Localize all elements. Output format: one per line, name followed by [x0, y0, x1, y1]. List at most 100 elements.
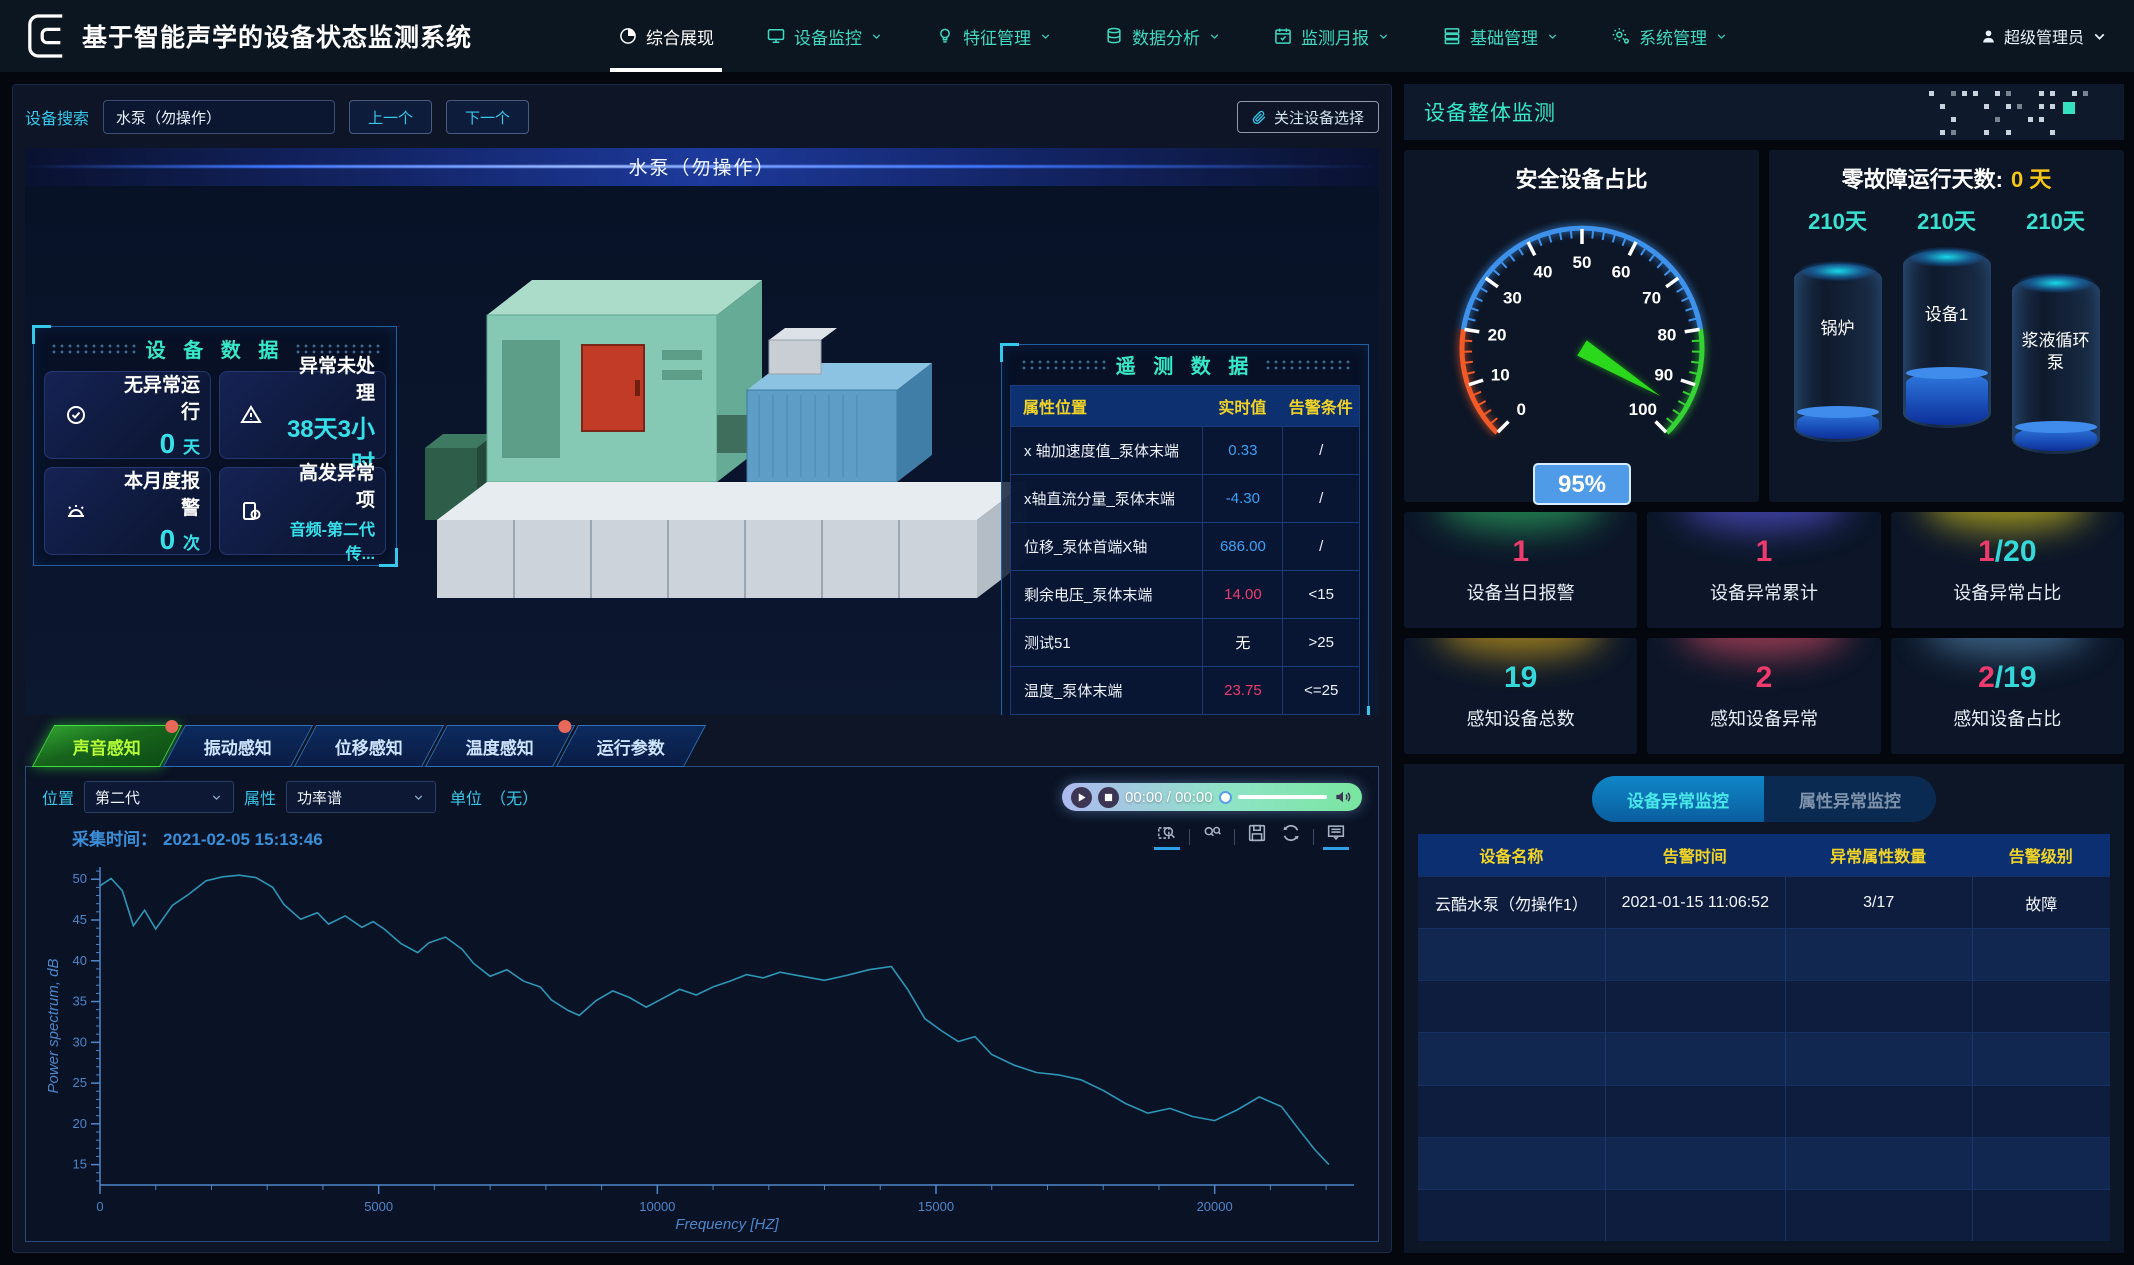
monitor-icon: [766, 26, 786, 46]
table-row: [1418, 928, 2110, 980]
table-row: x轴直流分量_泵体末端-4.30/: [1011, 474, 1359, 522]
audio-player: 00:00 / 00:00: [1062, 783, 1362, 811]
gauge-chart: 010203040506070809010095%: [1412, 196, 1752, 508]
tab-displacement-sense[interactable]: 位移感知: [294, 725, 444, 767]
stop-button[interactable]: [1098, 787, 1119, 808]
device-search-row: 设备搜索 上一个 下一个 关注设备选择: [25, 95, 1379, 140]
play-time: 00:00 / 00:00: [1125, 789, 1213, 806]
svg-text:10000: 10000: [639, 1199, 675, 1214]
gauge-title: 安全设备占比: [1404, 162, 1759, 194]
left-panel: 设备搜索 上一个 下一个 关注设备选择 水泵（勿操作）: [12, 84, 1392, 1253]
chevron-down-icon: [2091, 28, 2108, 45]
dashboard-icon: [618, 26, 638, 46]
device-banner: 水泵（勿操作）: [25, 148, 1379, 186]
tab-device-anomaly[interactable]: 设备异常监控: [1592, 776, 1764, 822]
nav-item-base-mgmt[interactable]: 基础管理: [1416, 0, 1585, 72]
stat-card-frequent-anomaly: 高发异常项 音频-第二代传...: [219, 467, 386, 555]
telemetry-title: 遥 测 数 据: [1010, 347, 1360, 383]
kpi-row-1: 1设备当日报警 1设备异常累计 1/20设备异常占比: [1404, 512, 2124, 628]
svg-text:0: 0: [96, 1199, 103, 1214]
next-device-button[interactable]: 下一个: [446, 100, 529, 134]
zoom-select-icon[interactable]: [1155, 822, 1179, 852]
device-data-title: 设 备 数 据: [44, 331, 386, 367]
tab-vibration-sense[interactable]: 振动感知: [163, 725, 313, 767]
top-nav: 基于智能声学的设备状态监测系统 综合展现 设备监控 特征管理 数据分析 监测月报: [0, 0, 2134, 72]
app-logo-icon: [26, 11, 68, 61]
table-row[interactable]: 云酷水泵（勿操作1） 2021-01-15 11:06:52 3/17 故障: [1418, 876, 2110, 928]
bulb-icon: [935, 26, 955, 46]
play-button[interactable]: [1071, 787, 1092, 808]
search-input[interactable]: [103, 100, 335, 134]
svg-text:80: 80: [1657, 326, 1676, 345]
svg-text:5000: 5000: [364, 1199, 393, 1214]
nav-item-data-analysis[interactable]: 数据分析: [1078, 0, 1247, 72]
stat-card-normal-days: 无异常运行 0 天: [44, 371, 211, 459]
dots-decoration: [1929, 87, 2104, 137]
chart-header: 采集时间：2021-02-05 15:13:46: [42, 819, 1362, 855]
svg-text:Frequency [HZ]: Frequency [HZ]: [675, 1216, 779, 1233]
user-icon: [1980, 28, 1997, 45]
focus-device-button[interactable]: 关注设备选择: [1237, 101, 1379, 133]
spectrum-chart: 152025303540455005000100001500020000Powe…: [42, 855, 1370, 1237]
chevron-down-icon: [210, 791, 223, 804]
calendar-icon: [1273, 26, 1293, 46]
chevron-down-icon: [412, 791, 425, 804]
table-row: [1418, 1137, 2110, 1189]
alarm-icon: [55, 490, 97, 532]
svg-text:25: 25: [73, 1075, 87, 1090]
user-menu[interactable]: 超级管理员: [1980, 24, 2108, 48]
tab-temperature-sense[interactable]: 温度感知: [425, 725, 575, 767]
anomaly-monitor-section: 设备异常监控 属性异常监控 设备名称 告警时间 异常属性数量 告警级别 云酷水泵…: [1404, 764, 2124, 1253]
svg-text:15: 15: [73, 1157, 87, 1172]
spectrum-section: 位置 第二代 属性 功率谱 单位 （无） 00:00 / 00:00: [25, 766, 1379, 1242]
overall-monitor-title: 设备整体监测: [1424, 97, 1556, 127]
position-select[interactable]: 第二代: [84, 781, 234, 813]
cylinder-device1: 210天 设备1: [1899, 204, 1995, 454]
data-view-icon[interactable]: [1324, 822, 1348, 852]
pump-3d-model: [417, 220, 1057, 660]
attribute-select[interactable]: 功率谱: [286, 781, 436, 813]
check-circle-icon: [55, 394, 97, 436]
svg-text:30: 30: [73, 1034, 87, 1049]
nav-item-device-monitor[interactable]: 设备监控: [740, 0, 909, 72]
nav-item-feature[interactable]: 特征管理: [909, 0, 1078, 72]
chart-toolbar: [1155, 822, 1348, 852]
tab-sound-sense[interactable]: 声音感知: [32, 725, 182, 767]
doc-alert-icon: [230, 490, 272, 532]
kpi-anomaly-ratio: 1/20设备异常占比: [1891, 512, 2124, 628]
volume-icon[interactable]: [1333, 787, 1353, 807]
svg-text:35: 35: [73, 994, 87, 1009]
stat-card-unhandled: 异常未处理 38天3小时: [219, 371, 386, 459]
monitor-tabs: 设备异常监控 属性异常监控: [1592, 776, 1936, 822]
zoom-reset-icon[interactable]: [1200, 822, 1224, 852]
table-row: 位移_泵体首端X轴686.00/: [1011, 522, 1359, 570]
stat-card-month-alarms: 本月度报警 0 次: [44, 467, 211, 555]
nav-item-overview[interactable]: 综合展现: [592, 0, 740, 72]
tab-run-params[interactable]: 运行参数: [556, 725, 706, 767]
table-row: [1418, 1189, 2110, 1241]
zero-fault-title: 零故障运行天数:0 天: [1769, 162, 2124, 194]
seek-track[interactable]: [1238, 795, 1327, 799]
nav-menu: 综合展现 设备监控 特征管理 数据分析 监测月报 基础管理: [592, 0, 1754, 72]
paperclip-icon: [1252, 110, 1267, 125]
prev-device-button[interactable]: 上一个: [349, 100, 432, 134]
nav-item-monthly-report[interactable]: 监测月报: [1247, 0, 1416, 72]
nav-item-system-mgmt[interactable]: 系统管理: [1585, 0, 1754, 72]
tab-attribute-anomaly[interactable]: 属性异常监控: [1764, 776, 1936, 822]
safe-device-gauge-card: 安全设备占比 010203040506070809010095%: [1404, 150, 1759, 502]
svg-text:50: 50: [1572, 253, 1591, 272]
kpi-sensor-ratio: 2/19感知设备占比: [1891, 638, 2124, 754]
svg-text:50: 50: [73, 871, 87, 886]
svg-text:90: 90: [1654, 366, 1673, 385]
unit-label: 单位 （无）: [450, 785, 538, 809]
refresh-icon[interactable]: [1279, 822, 1303, 852]
telemetry-panel: 遥 测 数 据 属性位置 实时值 告警条件 x 轴加速度值_泵体末端0.33/ …: [1001, 344, 1369, 715]
save-image-icon[interactable]: [1245, 822, 1269, 852]
svg-text:0: 0: [1516, 400, 1525, 419]
kpi-sensor-total: 19感知设备总数: [1404, 638, 1637, 754]
chevron-down-icon: [870, 30, 883, 43]
3d-viewport[interactable]: 水泵（勿操作）: [25, 148, 1379, 715]
right-panel: 设备整体监测 安全设备占比 010203040506070809010095% …: [1404, 84, 2124, 1253]
capture-time: 采集时间：2021-02-05 15:13:46: [72, 825, 323, 850]
seek-handle[interactable]: [1219, 791, 1232, 804]
